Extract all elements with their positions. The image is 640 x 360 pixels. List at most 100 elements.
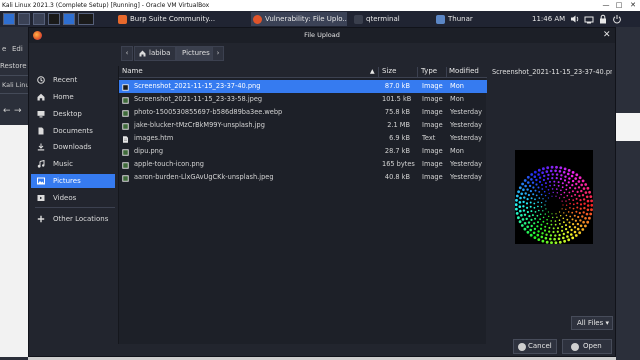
terminal-icon[interactable] bbox=[48, 13, 60, 25]
spiral-dot bbox=[547, 211, 549, 213]
spiral-dot bbox=[515, 194, 519, 198]
column-divider[interactable] bbox=[446, 67, 447, 77]
column-divider[interactable] bbox=[417, 67, 418, 77]
spiral-dot bbox=[548, 226, 551, 229]
spiral-dot bbox=[519, 209, 522, 213]
spiral-dot bbox=[586, 208, 590, 212]
sidebar-item-other-locations[interactable]: Other Locations bbox=[31, 212, 115, 226]
spiral-dot bbox=[550, 241, 553, 244]
menu-item[interactable]: e bbox=[2, 45, 6, 53]
file-row[interactable]: Screenshot_2021-11-15_23-33-58.jpeg 101.5… bbox=[119, 93, 487, 106]
sidebar-item-home[interactable]: Home bbox=[31, 90, 115, 104]
spiral-dot bbox=[524, 192, 527, 195]
spiral-dot bbox=[555, 173, 559, 176]
open-button[interactable]: Open bbox=[562, 339, 612, 354]
minimize-button[interactable]: — bbox=[600, 0, 612, 11]
spiral-dot bbox=[561, 186, 564, 189]
spiral-dot bbox=[515, 212, 519, 215]
sidebar-item-videos[interactable]: Videos bbox=[31, 191, 115, 205]
firefox-launcher-icon[interactable] bbox=[63, 13, 75, 25]
spiral-dot bbox=[533, 227, 537, 231]
spiral-dot bbox=[558, 233, 561, 237]
sidebar-item-label: Pictures bbox=[53, 177, 81, 185]
close-window-button[interactable]: ✕ bbox=[627, 0, 639, 11]
taskbar-item-firefox[interactable]: Vulnerability: File Uplo... bbox=[251, 12, 347, 26]
taskbar-item-qterminal[interactable]: qterminal bbox=[352, 12, 434, 26]
spiral-dot bbox=[527, 181, 530, 184]
dialog-close-button[interactable]: ✕ bbox=[603, 30, 611, 40]
workspace-switcher[interactable] bbox=[78, 13, 94, 25]
spiral-dot bbox=[523, 213, 527, 216]
breadcrumb-pictures[interactable]: Pictures bbox=[176, 46, 216, 61]
spiral-dot bbox=[556, 192, 558, 194]
spiral-dot bbox=[530, 224, 533, 228]
vbox-title-bar: Kali Linux 2021.3 (Complete Setup) [Runn… bbox=[0, 0, 640, 11]
breadcrumb-label: labiba bbox=[149, 49, 171, 57]
column-header-name[interactable]: Name bbox=[122, 67, 143, 75]
spiral-dot bbox=[577, 180, 581, 183]
file-manager-icon[interactable] bbox=[33, 13, 45, 25]
spiral-dot bbox=[570, 233, 573, 236]
lock-icon[interactable] bbox=[598, 14, 608, 24]
spiral-dot bbox=[575, 210, 578, 213]
column-header-type[interactable]: Type bbox=[421, 67, 437, 75]
path-back-button[interactable]: ‹ bbox=[121, 46, 133, 61]
sidebar-item-music[interactable]: Music bbox=[31, 157, 115, 171]
column-header-size[interactable]: Size bbox=[382, 67, 396, 75]
spiral-dot bbox=[575, 197, 578, 200]
spiral-dot bbox=[569, 207, 571, 209]
sidebar-item-downloads[interactable]: Downloads bbox=[31, 140, 115, 154]
back-arrow-icon[interactable]: ← bbox=[3, 106, 11, 116]
file-row[interactable]: images.htm 6.9 kB Text Yesterday bbox=[119, 132, 487, 145]
file-row[interactable]: aaron-burden-LlxGAvUgCKk-unsplash.jpeg 40… bbox=[119, 171, 487, 184]
sidebar-item-documents[interactable]: Documents bbox=[31, 124, 115, 138]
file-row[interactable]: apple-touch-icon.png 165 bytes Image Yester… bbox=[119, 158, 487, 171]
breadcrumb-home[interactable]: labiba bbox=[134, 46, 177, 61]
spiral-dot bbox=[546, 166, 550, 170]
taskbar-item-thunar[interactable]: Thunar bbox=[434, 12, 520, 26]
show-desktop-icon[interactable] bbox=[18, 13, 30, 25]
spiral-dot bbox=[560, 215, 562, 217]
spiral-dot bbox=[537, 173, 540, 176]
sort-ascending-icon[interactable]: ▲ bbox=[370, 68, 375, 75]
panel-clock[interactable]: 11:46 AM bbox=[532, 12, 565, 26]
sidebar-item-desktop[interactable]: Desktop bbox=[31, 107, 115, 121]
path-forward-button[interactable]: › bbox=[212, 46, 224, 61]
column-header-modified[interactable]: Modified bbox=[449, 67, 479, 75]
file-type-filter-dropdown[interactable]: All Files ▾ bbox=[571, 316, 613, 330]
forward-arrow-icon[interactable]: → bbox=[14, 106, 22, 116]
spiral-dot bbox=[541, 239, 545, 243]
file-row[interactable]: Screenshot_2021-11-15_23-37-40.png 87.0 k… bbox=[119, 80, 487, 93]
file-row[interactable]: jake-blucker-tMzCrBkM99Y-unsplash.jpg 2.1… bbox=[119, 119, 487, 132]
spiral-dot bbox=[589, 212, 593, 216]
file-row[interactable]: dipu.png 28.7 kB Image Mon bbox=[119, 145, 487, 158]
file-row[interactable]: photo-1500530855697-b586d89ba3ee.webp 75.… bbox=[119, 106, 487, 119]
menu-item[interactable]: Edi bbox=[12, 45, 23, 53]
kali-menu-icon[interactable] bbox=[3, 13, 15, 25]
menu-item[interactable]: Restore bbox=[0, 62, 27, 70]
network-icon[interactable] bbox=[584, 14, 594, 24]
spiral-dot bbox=[540, 206, 543, 208]
spiral-dot bbox=[557, 184, 560, 187]
maximize-button[interactable]: □ bbox=[613, 0, 625, 11]
column-divider[interactable] bbox=[378, 67, 379, 77]
power-icon[interactable] bbox=[612, 14, 622, 24]
spiral-dot bbox=[584, 191, 588, 194]
sidebar-item-pictures[interactable]: Pictures bbox=[31, 174, 115, 188]
cancel-button[interactable]: Cancel bbox=[513, 339, 557, 354]
spiral-dot bbox=[540, 202, 543, 204]
spiral-dot bbox=[588, 216, 591, 220]
spiral-dot bbox=[571, 179, 575, 183]
taskbar-item-burp[interactable]: Burp Suite Community... bbox=[116, 12, 246, 26]
browser-tab-label[interactable]: Kali Linu bbox=[2, 81, 29, 89]
spiral-dot bbox=[538, 180, 542, 183]
spiral-dot bbox=[570, 228, 573, 232]
speaker-icon[interactable] bbox=[570, 14, 580, 24]
spiral-dot bbox=[541, 232, 544, 235]
spiral-dot bbox=[566, 218, 569, 221]
sidebar-item-recent[interactable]: Recent bbox=[31, 73, 115, 87]
spiral-dot bbox=[574, 193, 577, 196]
spiral-dot bbox=[534, 211, 537, 213]
home-icon bbox=[139, 50, 146, 57]
spiral-dot bbox=[539, 218, 541, 220]
